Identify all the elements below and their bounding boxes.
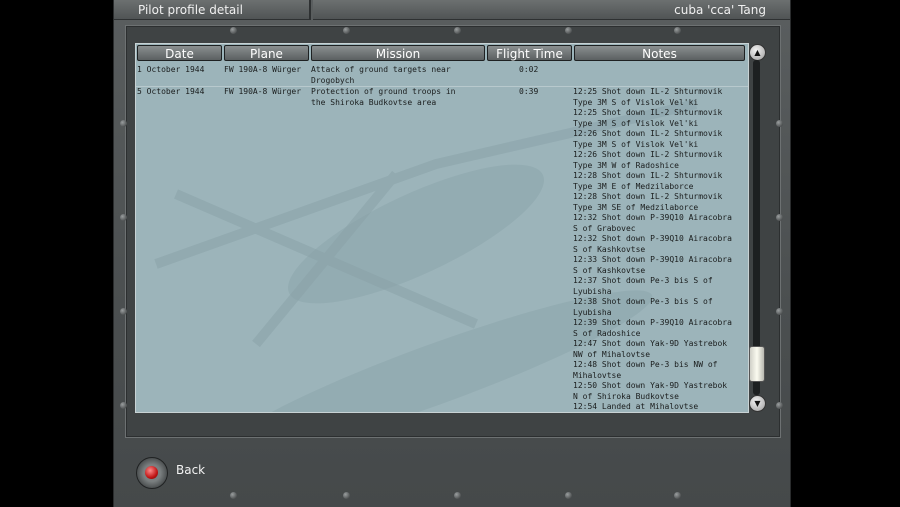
rivet [565,492,572,499]
rivet [776,308,783,315]
row1-plane: FW 190A-8 Würger [224,65,302,74]
rivet [674,492,681,499]
red-dot-icon [145,466,158,479]
vertical-scrollbar[interactable]: ▲ ▼ [748,44,766,412]
row1-date: 1 October 1944 [137,65,205,74]
row2-date: 5 October 1944 [137,87,205,96]
column-header-flight-time[interactable]: Flight Time [487,45,572,61]
rivet [120,308,127,315]
row1-mission: Attack of ground targets near Drogobych [311,65,451,85]
column-header-notes[interactable]: Notes [574,45,745,61]
rivet [674,27,681,34]
rivet [230,492,237,499]
rivet [776,214,783,221]
column-header-plane[interactable]: Plane [224,45,309,61]
arrow-up-icon[interactable]: ▲ [749,44,766,61]
scroll-thumb[interactable] [749,345,765,382]
row2-plane: FW 190A-8 Würger [224,87,302,96]
rivet [120,214,127,221]
arrow-down-icon[interactable]: ▼ [749,395,766,412]
scroll-track[interactable] [753,60,760,395]
back-label[interactable]: Back [176,463,205,477]
row1-flight-time: 0:02 [519,65,539,74]
window-title: Pilot profile detail [114,0,311,20]
pilot-name: cuba 'cca' Tang [313,0,790,20]
row2-notes: 12:25 Shot down IL-2 Shturmovik Type 3M … [573,87,732,411]
profile-table-panel[interactable]: Date Plane Mission Flight Time Notes 1 O… [135,43,749,413]
rivet [343,27,350,34]
row2-flight-time: 0:39 [519,87,539,96]
rivet [454,27,461,34]
rivet [120,120,127,127]
rivet [454,492,461,499]
rivet [230,27,237,34]
column-header-date[interactable]: Date [137,45,222,61]
rivet [343,492,350,499]
rivet [565,27,572,34]
row2-mission: Protection of ground troops in the Shiro… [311,87,456,107]
rivet [120,402,127,409]
back-button[interactable] [136,457,168,489]
rivet [776,120,783,127]
column-header-mission[interactable]: Mission [311,45,485,61]
rivet [776,402,783,409]
